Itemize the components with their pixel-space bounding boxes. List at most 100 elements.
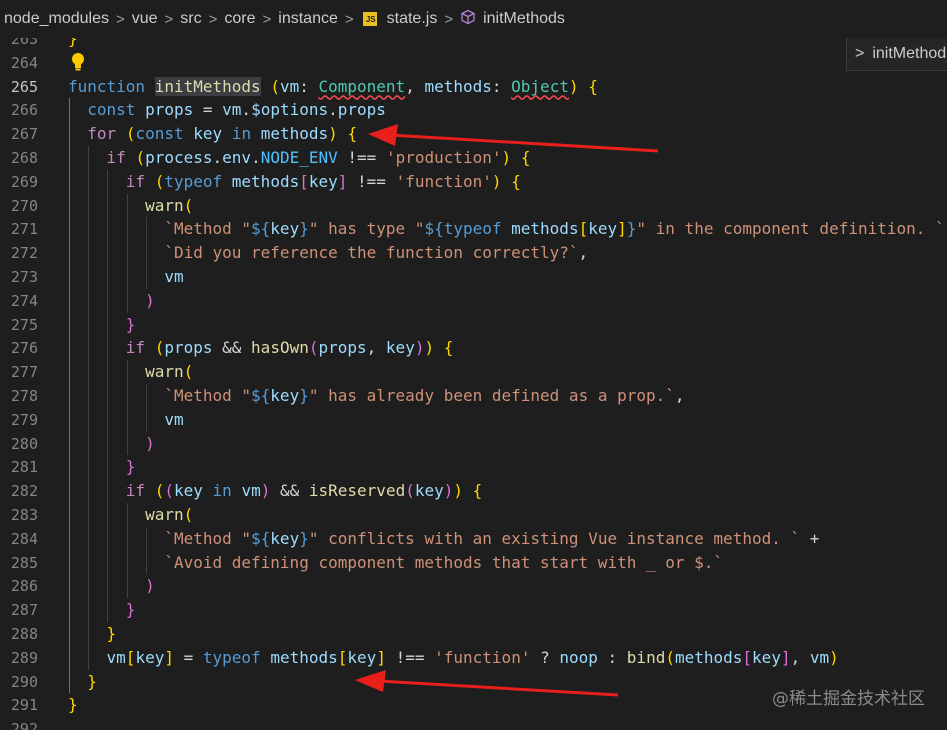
code-text: vm: [164, 267, 184, 286]
line-number: 282: [10, 482, 38, 501]
code-line: 277 warn(: [0, 360, 947, 384]
code-text: vm: [164, 409, 184, 429]
js-file-icon: JS: [362, 12, 377, 26]
chevron-right-icon: >: [855, 45, 865, 62]
code-text: warn(: [145, 505, 194, 524]
symbol-method-icon: [460, 9, 476, 30]
watermark: @稀土掘金技术社区: [772, 689, 925, 709]
code-line: 288 }: [0, 622, 947, 646]
line-number: 265: [10, 77, 38, 96]
line-number: 272: [10, 244, 38, 263]
code-line: 292: [0, 717, 947, 730]
code-text: warn(: [145, 362, 194, 382]
code-line: 284 `Method "${key}" conflicts with an e…: [0, 527, 947, 551]
code-text: }: [68, 695, 78, 715]
chevron-right-icon: >: [115, 10, 125, 28]
line-number: 289: [10, 648, 38, 667]
code-text: ): [145, 290, 155, 310]
lightbulb-icon[interactable]: [70, 52, 86, 76]
chevron-right-icon: >: [164, 10, 174, 28]
code-text: if ((key in vm) && isReserved(key)) {: [125, 481, 483, 501]
code-text: }: [87, 671, 97, 691]
code-line: 275 }: [0, 313, 947, 337]
code-line: 266 const props = vm.$options.props: [0, 98, 947, 122]
sticky-scroll-label: initMethods: [872, 45, 947, 62]
code-line: 281 }: [0, 455, 947, 479]
breadcrumb-segment-instance[interactable]: instance: [276, 10, 340, 28]
code-line: 267 for (const key in methods) {: [0, 122, 947, 146]
code-line: 274 ): [0, 289, 947, 313]
code-line: 270 warn(: [0, 194, 947, 218]
chevron-right-icon: >: [208, 10, 218, 28]
line-number: 284: [10, 529, 38, 548]
line-number: 277: [10, 363, 38, 382]
code-text: }: [125, 457, 136, 477]
line-number: 270: [10, 196, 38, 215]
breadcrumb-segment-src[interactable]: src: [178, 10, 203, 28]
breadcrumb: node_modules > vue > src > core > instan…: [0, 0, 947, 38]
code-text: `Method "${key}" conflicts with an exist…: [164, 528, 820, 548]
line-number: 268: [10, 149, 38, 167]
line-number: 276: [10, 339, 38, 358]
line-number: 292: [10, 720, 38, 730]
line-number: 271: [10, 220, 38, 239]
code-line: 279 vm: [0, 408, 947, 432]
breadcrumb-file[interactable]: state.js: [385, 10, 440, 28]
code-line: 280 ): [0, 432, 947, 456]
breadcrumb-segment-vue[interactable]: vue: [130, 10, 160, 28]
line-number: 264: [10, 53, 38, 72]
line-number: 287: [10, 601, 38, 620]
code-text: }: [125, 314, 136, 334]
chevron-right-icon: >: [444, 10, 454, 28]
code-line: 276 if (props && hasOwn(props, key)) {: [0, 336, 947, 360]
code-line: 269 if (typeof methods[key] !== 'functio…: [0, 170, 947, 194]
code-text: vm[key] = typeof methods[key] !== 'funct…: [106, 647, 839, 667]
line-number: 266: [10, 101, 38, 120]
code-text: }: [125, 600, 136, 620]
sticky-scroll-header[interactable]: > initMethods: [846, 38, 947, 71]
code-line: 272 `Did you reference the function corr…: [0, 241, 947, 265]
line-number: 273: [10, 268, 38, 286]
line-number: 269: [10, 172, 38, 191]
code-text: `Did you reference the function correctl…: [164, 243, 589, 263]
code-line: 265 function initMethods (vm: Component, …: [0, 75, 947, 99]
code-line: 264: [0, 51, 947, 75]
chevron-right-icon: >: [344, 10, 354, 28]
line-number: 267: [10, 125, 38, 144]
code-text: `Avoid defining component methods that s…: [164, 552, 724, 572]
line-number: 290: [10, 672, 38, 691]
code-text: ): [145, 433, 155, 453]
code-line: 273 vm: [0, 265, 947, 289]
line-number: 278: [10, 387, 38, 405]
code-text: const props = vm.$options.props: [87, 100, 386, 120]
code-line: 286 ): [0, 574, 947, 598]
line-number: 288: [10, 625, 38, 643]
line-number: 275: [10, 315, 38, 334]
code-text: `Method "${key}" has already been define…: [164, 386, 685, 405]
code-line: 271 `Method "${key}" has type "${typeof …: [0, 217, 947, 241]
line-number: 281: [10, 458, 38, 477]
code-text: if (process.env.NODE_ENV !== 'production…: [106, 148, 531, 167]
line-number: 280: [10, 434, 38, 453]
breadcrumb-segment-core[interactable]: core: [222, 10, 257, 28]
code-text: function initMethods (vm: Component, met…: [68, 76, 598, 96]
code-text: `Method "${key}" has type "${typeof meth…: [164, 219, 945, 239]
code-text: if (typeof methods[key] !== 'function') …: [125, 171, 521, 191]
line-number: 291: [10, 696, 38, 715]
code-line: 289 vm[key] = typeof methods[key] !== 'f…: [0, 646, 947, 670]
code-text: ): [145, 576, 155, 596]
code-text: warn(: [145, 195, 194, 215]
line-number: 274: [10, 291, 38, 310]
code-text: }: [106, 624, 117, 643]
code-editor[interactable]: 263} 264 265 function initMethods (vm: Comp…: [0, 27, 947, 730]
line-number: 283: [10, 506, 38, 524]
line-number: 285: [10, 553, 38, 572]
code-line: 283 warn(: [0, 503, 947, 527]
breadcrumb-symbol[interactable]: initMethods: [481, 10, 567, 28]
code-line: 287 }: [0, 598, 947, 622]
code-line: 278 `Method "${key}" has already been de…: [0, 384, 947, 408]
line-number: 279: [10, 410, 38, 429]
code-line: 285 `Avoid defining component methods th…: [0, 551, 947, 575]
code-text: if (props && hasOwn(props, key)) {: [125, 338, 454, 358]
breadcrumb-segment-node-modules[interactable]: node_modules: [0, 10, 111, 28]
